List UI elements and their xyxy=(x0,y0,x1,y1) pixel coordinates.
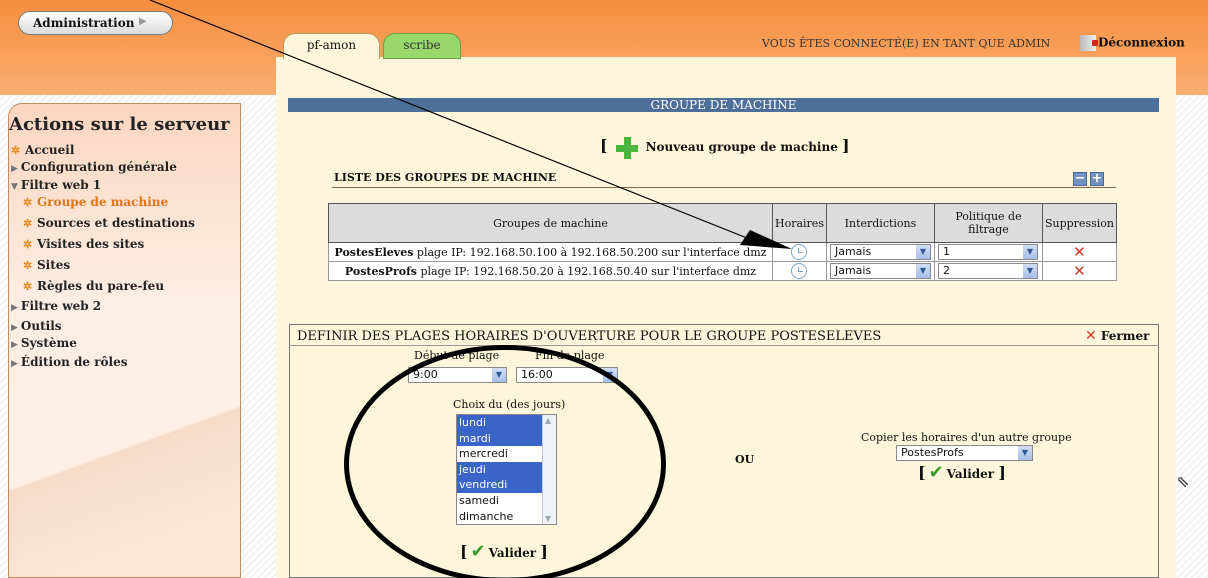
mouse-cursor-icon: ⇖ xyxy=(1176,472,1190,491)
annotation-arrow xyxy=(149,0,792,249)
